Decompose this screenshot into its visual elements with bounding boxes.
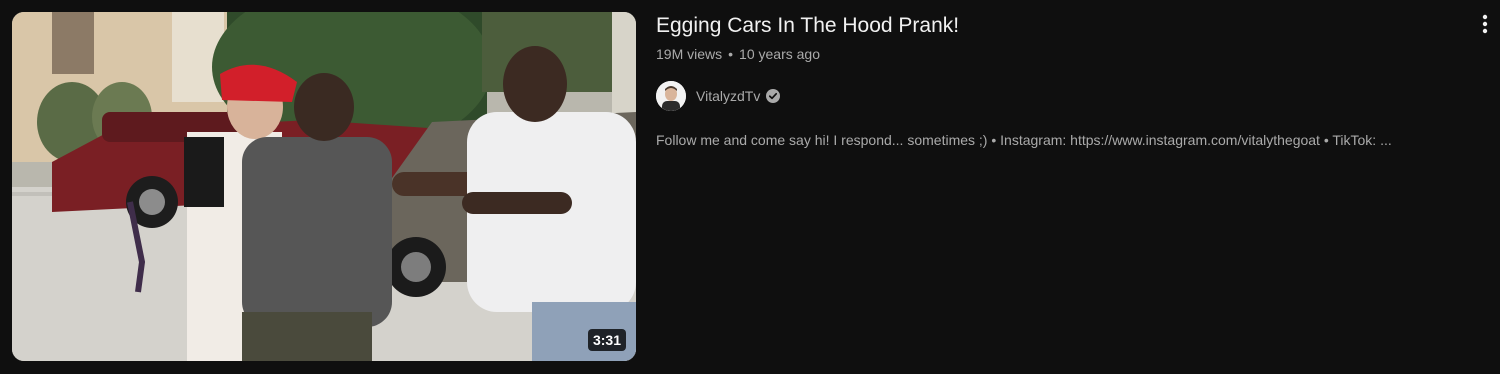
more-vert-icon (1482, 14, 1488, 34)
meta-separator: • (728, 46, 734, 62)
video-title[interactable]: Egging Cars In The Hood Prank! (656, 12, 959, 40)
channel-link[interactable]: VitalyzdTv (656, 81, 781, 111)
video-result: 3:31 Egging Cars In The Hood Prank! 19M … (0, 0, 1500, 374)
channel-avatar[interactable] (656, 81, 686, 111)
duration-badge: 3:31 (587, 329, 626, 351)
video-metadata: 19M views • 10 years ago (656, 44, 820, 64)
video-thumbnail[interactable]: 3:31 (12, 12, 636, 361)
verified-check-icon (766, 89, 781, 103)
more-actions-button[interactable] (1470, 10, 1500, 38)
channel-name[interactable]: VitalyzdTv (696, 86, 760, 106)
upload-age: 10 years ago (739, 46, 820, 62)
view-count: 19M views (656, 46, 723, 62)
thumbnail-image (12, 12, 636, 361)
video-description-snippet[interactable]: Follow me and come say hi! I respond... … (656, 130, 1392, 150)
